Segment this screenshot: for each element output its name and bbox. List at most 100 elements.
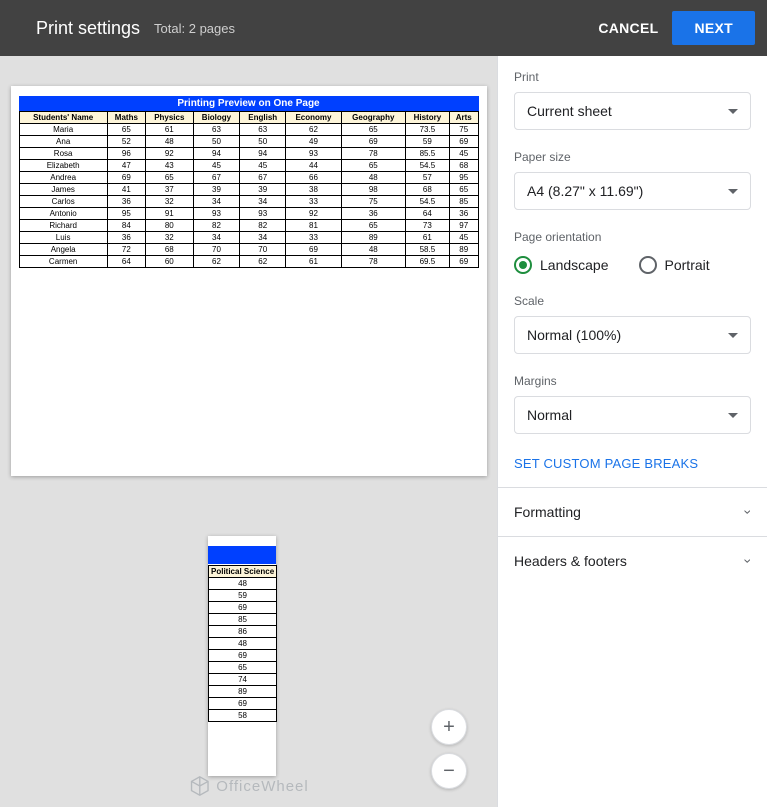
- scale-select[interactable]: Normal (100%): [514, 316, 751, 354]
- table-cell: 82: [240, 220, 286, 232]
- table-row: 85: [209, 614, 277, 626]
- orientation-portrait-radio[interactable]: Portrait: [639, 256, 710, 274]
- table-cell: 93: [286, 148, 342, 160]
- table-cell: 64: [107, 256, 145, 268]
- table-cell: 54.5: [405, 160, 449, 172]
- table-cell: 60: [145, 256, 193, 268]
- page2-header: Political Science: [209, 566, 277, 578]
- portrait-label: Portrait: [665, 257, 710, 273]
- radio-checked-icon: [514, 256, 532, 274]
- table-cell: 96: [107, 148, 145, 160]
- table-cell: 48: [209, 578, 277, 590]
- table-header: History: [405, 112, 449, 124]
- table-cell: 93: [240, 208, 286, 220]
- table-cell: 36: [341, 208, 405, 220]
- table-cell: 39: [193, 184, 240, 196]
- margins-value: Normal: [527, 407, 572, 423]
- table-cell: 48: [209, 638, 277, 650]
- table-cell: 80: [145, 220, 193, 232]
- table-cell: 61: [286, 256, 342, 268]
- table-row: 59: [209, 590, 277, 602]
- table-cell: 81: [286, 220, 342, 232]
- table-cell: 38: [286, 184, 342, 196]
- table-row: Angela72687070694858.589: [19, 244, 478, 256]
- table-cell: 65: [145, 172, 193, 184]
- table-cell: Luis: [19, 232, 107, 244]
- orientation-label: Page orientation: [514, 230, 751, 244]
- table-row: 86: [209, 626, 277, 638]
- table-cell: 52: [107, 136, 145, 148]
- preview-title-band: Printing Preview on One Page: [19, 96, 479, 111]
- formatting-section-toggle[interactable]: Formatting ›: [498, 487, 767, 536]
- table-cell: 48: [341, 172, 405, 184]
- table-cell: 62: [193, 256, 240, 268]
- table-cell: 66: [286, 172, 342, 184]
- table-cell: 94: [193, 148, 240, 160]
- table-cell: 48: [341, 244, 405, 256]
- preview-table-1: Students' NameMathsPhysicsBiologyEnglish…: [19, 111, 479, 268]
- table-cell: 34: [193, 196, 240, 208]
- table-cell: 98: [341, 184, 405, 196]
- scale-value: Normal (100%): [527, 327, 621, 343]
- table-cell: 89: [209, 686, 277, 698]
- table-cell: Andrea: [19, 172, 107, 184]
- table-cell: 63: [240, 124, 286, 136]
- table-cell: 89: [341, 232, 405, 244]
- preview-page-1: Printing Preview on One Page Students' N…: [11, 86, 487, 476]
- minus-icon: −: [443, 760, 455, 783]
- table-cell: Richard: [19, 220, 107, 232]
- table-cell: 69: [209, 602, 277, 614]
- table-cell: 69: [449, 256, 478, 268]
- set-custom-page-breaks-link[interactable]: SET CUSTOM PAGE BREAKS: [498, 440, 767, 487]
- table-cell: 84: [107, 220, 145, 232]
- table-cell: 69: [449, 136, 478, 148]
- table-cell: 85.5: [405, 148, 449, 160]
- margins-select[interactable]: Normal: [514, 396, 751, 434]
- table-cell: Carmen: [19, 256, 107, 268]
- table-cell: Antonio: [19, 208, 107, 220]
- table-cell: 65: [341, 160, 405, 172]
- caret-down-icon: [728, 413, 738, 418]
- table-cell: Elizabeth: [19, 160, 107, 172]
- table-cell: 68: [145, 244, 193, 256]
- table-cell: 64: [405, 208, 449, 220]
- table-cell: James: [19, 184, 107, 196]
- next-button[interactable]: NEXT: [672, 11, 755, 45]
- table-row: 48: [209, 638, 277, 650]
- table-row: 69: [209, 650, 277, 662]
- table-cell: 78: [341, 256, 405, 268]
- table-cell: 95: [107, 208, 145, 220]
- paper-size-select[interactable]: A4 (8.27" x 11.69"): [514, 172, 751, 210]
- table-cell: 93: [193, 208, 240, 220]
- table-cell: 59: [209, 590, 277, 602]
- page-subtitle: Total: 2 pages: [154, 21, 235, 36]
- table-cell: 97: [449, 220, 478, 232]
- radio-unchecked-icon: [639, 256, 657, 274]
- table-cell: 95: [449, 172, 478, 184]
- table-header: Arts: [449, 112, 478, 124]
- table-cell: 45: [449, 148, 478, 160]
- table-cell: 41: [107, 184, 145, 196]
- table-cell: 69: [286, 244, 342, 256]
- print-target-select[interactable]: Current sheet: [514, 92, 751, 130]
- headers-footers-label: Headers & footers: [514, 553, 627, 569]
- zoom-in-button[interactable]: +: [431, 709, 467, 745]
- orientation-landscape-radio[interactable]: Landscape: [514, 256, 609, 274]
- headers-footers-section-toggle[interactable]: Headers & footers ›: [498, 536, 767, 585]
- caret-down-icon: [728, 109, 738, 114]
- table-row: Carmen64606262617869.569: [19, 256, 478, 268]
- table-cell: Rosa: [19, 148, 107, 160]
- table-cell: 34: [240, 196, 286, 208]
- table-cell: 82: [193, 220, 240, 232]
- zoom-out-button[interactable]: −: [431, 753, 467, 789]
- table-cell: 70: [193, 244, 240, 256]
- table-cell: 37: [145, 184, 193, 196]
- print-label: Print: [514, 70, 751, 84]
- table-row: Ana5248505049695969: [19, 136, 478, 148]
- table-header: Economy: [286, 112, 342, 124]
- table-cell: 69: [107, 172, 145, 184]
- caret-down-icon: [728, 333, 738, 338]
- table-cell: 94: [240, 148, 286, 160]
- table-cell: 92: [286, 208, 342, 220]
- cancel-button[interactable]: CANCEL: [584, 12, 672, 44]
